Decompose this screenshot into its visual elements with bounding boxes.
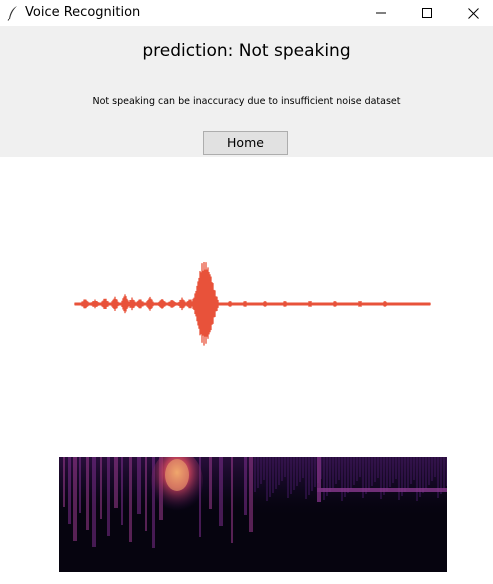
spectrogram-image	[59, 457, 447, 572]
minimize-button[interactable]	[358, 0, 404, 26]
close-icon	[467, 7, 479, 19]
maximize-icon	[422, 8, 432, 18]
app-window: Voice Recognition prediction: Not speaki…	[0, 0, 493, 584]
feather-icon	[7, 5, 19, 21]
prediction-panel: prediction: Not speaking Not speaking ca…	[0, 26, 493, 157]
home-button[interactable]: Home	[203, 131, 288, 155]
prediction-label: prediction: Not speaking	[142, 41, 351, 61]
waveform-shape	[74, 262, 431, 346]
minimize-icon	[376, 12, 386, 14]
title-bar[interactable]: Voice Recognition	[0, 0, 493, 26]
waveform-image	[74, 262, 431, 346]
window-title: Voice Recognition	[25, 5, 141, 20]
note-label: Not speaking can be inaccuracy due to in…	[92, 96, 401, 107]
close-button[interactable]	[450, 0, 493, 26]
maximize-button[interactable]	[404, 0, 450, 26]
